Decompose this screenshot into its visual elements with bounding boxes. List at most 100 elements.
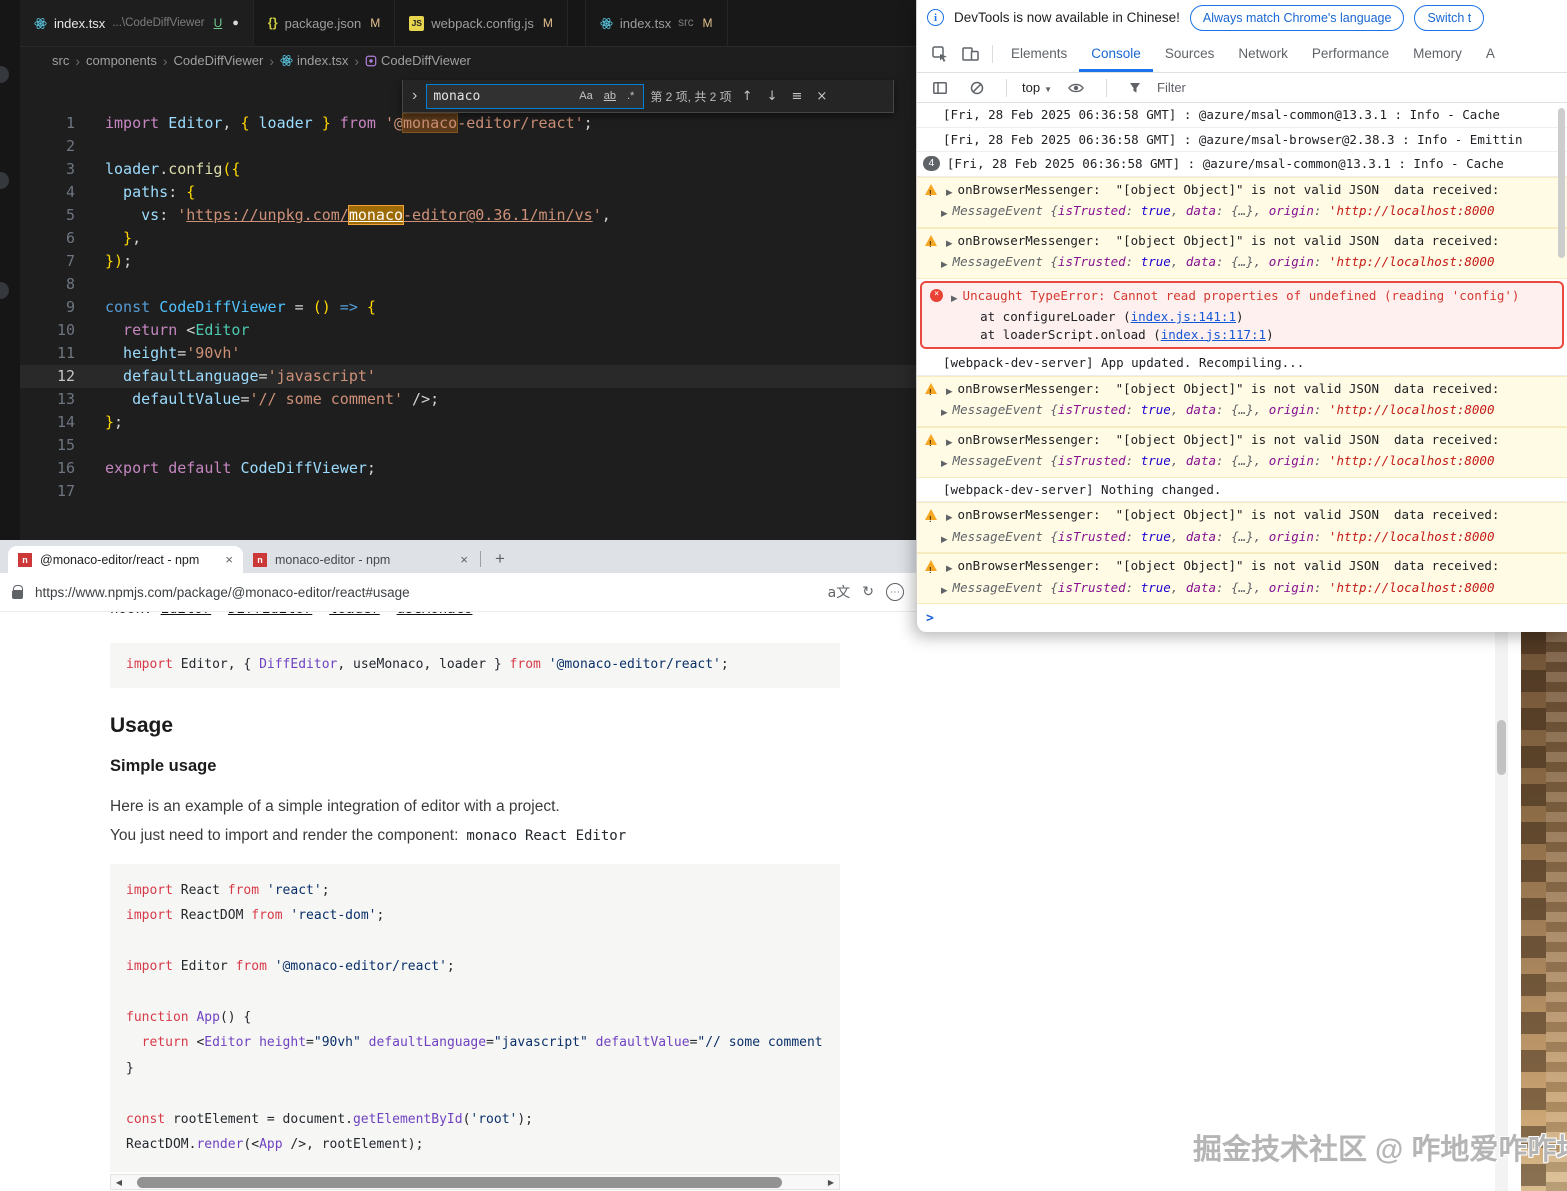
expand-arrow-icon[interactable]: ▶ — [946, 236, 953, 254]
page-scrollbar[interactable] — [1495, 632, 1508, 1191]
regex-button[interactable]: .* — [624, 89, 637, 103]
warning-icon — [925, 184, 937, 195]
translate-icon[interactable]: a文 — [828, 582, 851, 602]
whole-word-button[interactable]: ab — [601, 89, 619, 103]
code-line: import React from 'react'; — [126, 878, 824, 903]
expand-arrow-icon[interactable]: ▶ — [941, 257, 948, 275]
editor-tab[interactable]: JSwebpack.config.jsM — [395, 0, 568, 46]
filter-icon[interactable] — [1122, 82, 1148, 94]
context-selector[interactable]: top▼ — [1022, 80, 1052, 95]
match-case-button[interactable]: Aa — [576, 89, 595, 103]
text-token: Editor, { — [181, 657, 259, 672]
expand-arrow-icon[interactable]: ▶ — [946, 384, 953, 402]
find-input[interactable]: monaco Aa ab .* — [426, 84, 644, 109]
tab-sources[interactable]: Sources — [1153, 35, 1227, 72]
code-line: 4 paths: { — [20, 181, 916, 204]
expand-arrow-icon[interactable]: ▶ — [941, 206, 948, 224]
code-line: 15 — [20, 434, 916, 457]
breadcrumb-item[interactable]: CodeDiffViewer — [365, 53, 471, 68]
next-match-button[interactable]: ↓ — [763, 87, 782, 106]
scroll-right-icon[interactable]: ▶ — [823, 1178, 839, 1187]
console-error-row[interactable]: ×▶Uncaught TypeError: Cannot read proper… — [920, 281, 1564, 350]
scroll-left-icon[interactable]: ◀ — [111, 1178, 127, 1187]
chevron-down-icon: ▼ — [1044, 85, 1052, 94]
console-prompt[interactable]: > — [917, 604, 1567, 632]
warning-icon — [925, 383, 937, 394]
text-token: }) — [105, 252, 123, 270]
line-number: 7 — [20, 250, 75, 273]
text-token: isTrusted — [1058, 203, 1126, 218]
new-tab-button[interactable]: + — [495, 549, 505, 569]
address-bar[interactable]: https://www.npmjs.com/package/@monaco-ed… — [35, 585, 816, 600]
text-token: height — [259, 1035, 306, 1050]
previous-match-button[interactable]: ↑ — [738, 87, 757, 106]
text-token: origin — [1269, 203, 1314, 218]
tab-console[interactable]: Console — [1079, 35, 1153, 72]
refresh-icon[interactable]: ↻ — [862, 584, 874, 600]
stack-link[interactable]: index.js:141:1 — [1131, 309, 1236, 324]
text-token: : — [1216, 529, 1231, 544]
text-token: , — [1171, 529, 1186, 544]
console-text: [Fri, 28 Feb 2025 06:36:58 GMT] : @azure… — [947, 155, 1504, 173]
tab-application[interactable]: A — [1474, 35, 1507, 72]
switch-to-chinese-button[interactable]: Switch t — [1414, 5, 1484, 31]
browser-tab[interactable]: n@monaco-editor/react - npm× — [8, 546, 243, 573]
breadcrumb-item[interactable]: src — [52, 53, 69, 68]
lock-icon[interactable] — [12, 590, 23, 599]
breadcrumb-item[interactable]: index.tsx — [280, 53, 348, 68]
eye-icon[interactable] — [1061, 82, 1091, 94]
line-number: 11 — [20, 342, 75, 365]
git-status-badge: M — [370, 16, 380, 30]
scrollbar-thumb[interactable] — [1497, 720, 1506, 775]
devtools-scrollbar-thumb[interactable] — [1558, 108, 1565, 258]
more-options-icon[interactable]: ⋯ — [886, 583, 904, 601]
code-editor[interactable]: 1import Editor, { loader } from '@monaco… — [20, 112, 916, 503]
line-number: 8 — [20, 273, 75, 296]
scrollbar-thumb[interactable] — [137, 1177, 782, 1188]
text-token: data — [1186, 529, 1216, 544]
text-token: MessageEvent — [953, 203, 1051, 218]
expand-arrow-icon[interactable]: ▶ — [946, 561, 953, 579]
expand-arrow-icon[interactable]: ▶ — [941, 405, 948, 423]
expand-arrow-icon[interactable]: ▶ — [946, 510, 953, 528]
clear-console-icon[interactable] — [963, 81, 991, 95]
device-toolbar-icon[interactable] — [955, 47, 986, 61]
expand-arrow-icon[interactable]: ▶ — [941, 456, 948, 474]
close-icon[interactable]: × — [225, 552, 233, 567]
text-token: defaultLanguage — [369, 1035, 486, 1050]
text-token: loader — [329, 612, 380, 617]
expand-arrow-icon[interactable]: ▶ — [951, 291, 958, 309]
breadcrumb-item[interactable]: components — [86, 53, 157, 68]
editor-tab[interactable]: index.tsxsrcM — [586, 0, 728, 46]
tab-memory[interactable]: Memory — [1401, 35, 1474, 72]
match-chrome-language-button[interactable]: Always match Chrome's language — [1190, 5, 1405, 31]
console-sidebar-icon[interactable] — [926, 82, 954, 94]
editor-tab[interactable]: {}package.jsonM — [254, 0, 395, 46]
horizontal-scrollbar[interactable]: ◀ ▶ — [110, 1174, 840, 1190]
tab-performance[interactable]: Performance — [1300, 35, 1401, 72]
breadcrumb-item[interactable]: CodeDiffViewer — [174, 53, 264, 68]
toggle-replace-icon[interactable]: › — [409, 87, 420, 105]
filter-input[interactable]: Filter — [1157, 80, 1186, 95]
scrollbar-track[interactable] — [127, 1175, 823, 1189]
expand-arrow-icon[interactable]: ▶ — [946, 185, 953, 203]
tab-network[interactable]: Network — [1226, 35, 1300, 72]
expand-arrow-icon[interactable]: ▶ — [946, 435, 953, 453]
text-token: { — [240, 114, 258, 132]
close-icon[interactable]: × — [460, 552, 468, 567]
code-text: export default CodeDiffViewer; — [105, 457, 376, 480]
line-number: 12 — [20, 365, 75, 388]
tab-elements[interactable]: Elements — [999, 35, 1079, 72]
stack-link[interactable]: index.js:117:1 — [1161, 327, 1266, 342]
expand-arrow-icon[interactable]: ▶ — [941, 532, 948, 550]
inspect-element-icon[interactable] — [925, 46, 955, 62]
warning-icon — [925, 560, 937, 571]
text-token: -editor@0.36.1/min/vs — [403, 206, 593, 224]
editor-tab[interactable]: index.tsx...\CodeDiffViewerU● — [20, 0, 254, 46]
find-in-selection-button[interactable]: ≡ — [788, 87, 807, 106]
browser-tab[interactable]: nmonaco-editor - npm× — [243, 546, 478, 573]
text-token: at configureLoader ( — [950, 309, 1131, 324]
editor-tab-bar: index.tsx...\CodeDiffViewerU●{}package.j… — [20, 0, 916, 47]
close-find-button[interactable]: × — [812, 87, 831, 106]
expand-arrow-icon[interactable]: ▶ — [941, 583, 948, 601]
